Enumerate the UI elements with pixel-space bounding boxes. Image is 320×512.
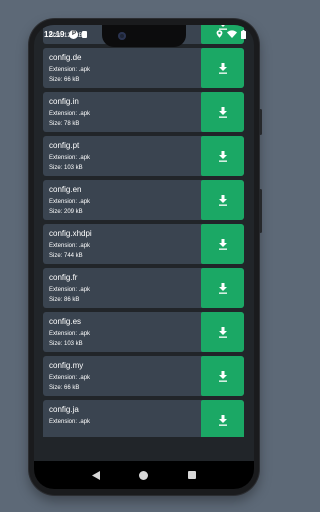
file-card: config.my Extension: .apk Size: 66 kB bbox=[43, 356, 244, 396]
download-button[interactable] bbox=[201, 312, 244, 352]
screen: 12:19 P Size: 123 kB config.de Extension… bbox=[34, 25, 254, 489]
download-button[interactable] bbox=[201, 224, 244, 264]
status-icons bbox=[216, 29, 246, 39]
file-extension: Extension: .apk bbox=[49, 375, 91, 381]
file-card: config.de Extension: .apk Size: 66 kB bbox=[43, 48, 244, 88]
download-button[interactable] bbox=[201, 356, 244, 396]
file-card: config.fr Extension: .apk Size: 86 kB bbox=[43, 268, 244, 308]
file-size: Size: 66 kB bbox=[49, 385, 80, 391]
location-icon bbox=[216, 30, 223, 38]
file-name: config.fr bbox=[49, 273, 78, 282]
volume-button bbox=[259, 189, 262, 233]
display-notch bbox=[102, 25, 186, 47]
file-size: Size: 209 kB bbox=[49, 209, 83, 215]
battery-icon bbox=[241, 29, 246, 39]
camera-icon bbox=[118, 32, 126, 40]
file-size: Size: 744 kB bbox=[49, 253, 83, 259]
download-button[interactable] bbox=[201, 400, 244, 437]
download-icon bbox=[218, 370, 227, 382]
file-card: config.ja Extension: .apk bbox=[43, 400, 244, 437]
status-time: 12:19 bbox=[44, 29, 65, 39]
file-name: config.in bbox=[49, 97, 79, 106]
file-extension: Extension: .apk bbox=[49, 243, 91, 249]
download-icon bbox=[218, 194, 227, 206]
file-size: Size: 86 kB bbox=[49, 297, 80, 303]
download-icon bbox=[218, 238, 227, 250]
document-icon bbox=[82, 30, 88, 38]
file-list: Size: 123 kB config.de Extension: .apk S… bbox=[34, 25, 254, 437]
phone-frame: 12:19 P Size: 123 kB config.de Extension… bbox=[29, 19, 262, 495]
recents-icon[interactable] bbox=[188, 471, 197, 479]
file-name: config.pt bbox=[49, 141, 80, 150]
download-icon bbox=[218, 62, 227, 74]
file-extension: Extension: .apk bbox=[49, 111, 91, 117]
file-name: config.es bbox=[49, 317, 82, 326]
file-extension: Extension: .apk bbox=[49, 67, 91, 73]
navigation-bar bbox=[34, 461, 254, 489]
file-name: config.xhdpi bbox=[49, 229, 92, 238]
download-button[interactable] bbox=[201, 48, 244, 88]
download-button[interactable] bbox=[201, 136, 244, 176]
download-button[interactable] bbox=[201, 180, 244, 220]
home-icon[interactable] bbox=[139, 470, 149, 480]
file-name: config.ja bbox=[49, 405, 79, 414]
file-name: config.de bbox=[49, 53, 82, 62]
power-button bbox=[259, 109, 262, 135]
download-icon bbox=[218, 326, 227, 338]
download-button[interactable] bbox=[201, 268, 244, 308]
download-icon bbox=[218, 150, 227, 162]
file-extension: Extension: .apk bbox=[49, 155, 91, 161]
file-size: Size: 103 kB bbox=[49, 165, 83, 171]
file-card: config.en Extension: .apk Size: 209 kB bbox=[43, 180, 244, 220]
download-icon bbox=[218, 106, 227, 118]
file-extension: Extension: .apk bbox=[49, 419, 91, 425]
file-size: Size: 66 kB bbox=[49, 77, 80, 83]
back-icon[interactable] bbox=[91, 470, 100, 480]
download-icon bbox=[218, 414, 227, 426]
notification-badge-icon: P bbox=[69, 29, 79, 39]
file-card: config.in Extension: .apk Size: 78 kB bbox=[43, 92, 244, 132]
file-card: config.xhdpi Extension: .apk Size: 744 k… bbox=[43, 224, 244, 264]
file-extension: Extension: .apk bbox=[49, 331, 91, 337]
file-card: config.pt Extension: .apk Size: 103 kB bbox=[43, 136, 244, 176]
file-name: config.my bbox=[49, 361, 84, 370]
file-size: Size: 78 kB bbox=[49, 121, 80, 127]
file-size: Size: 103 kB bbox=[49, 341, 83, 347]
file-extension: Extension: .apk bbox=[49, 199, 91, 205]
file-extension: Extension: .apk bbox=[49, 287, 91, 293]
wifi-icon bbox=[227, 30, 237, 38]
file-name: config.en bbox=[49, 185, 82, 194]
file-card: config.es Extension: .apk Size: 103 kB bbox=[43, 312, 244, 352]
download-icon bbox=[218, 282, 227, 294]
download-button[interactable] bbox=[201, 92, 244, 132]
